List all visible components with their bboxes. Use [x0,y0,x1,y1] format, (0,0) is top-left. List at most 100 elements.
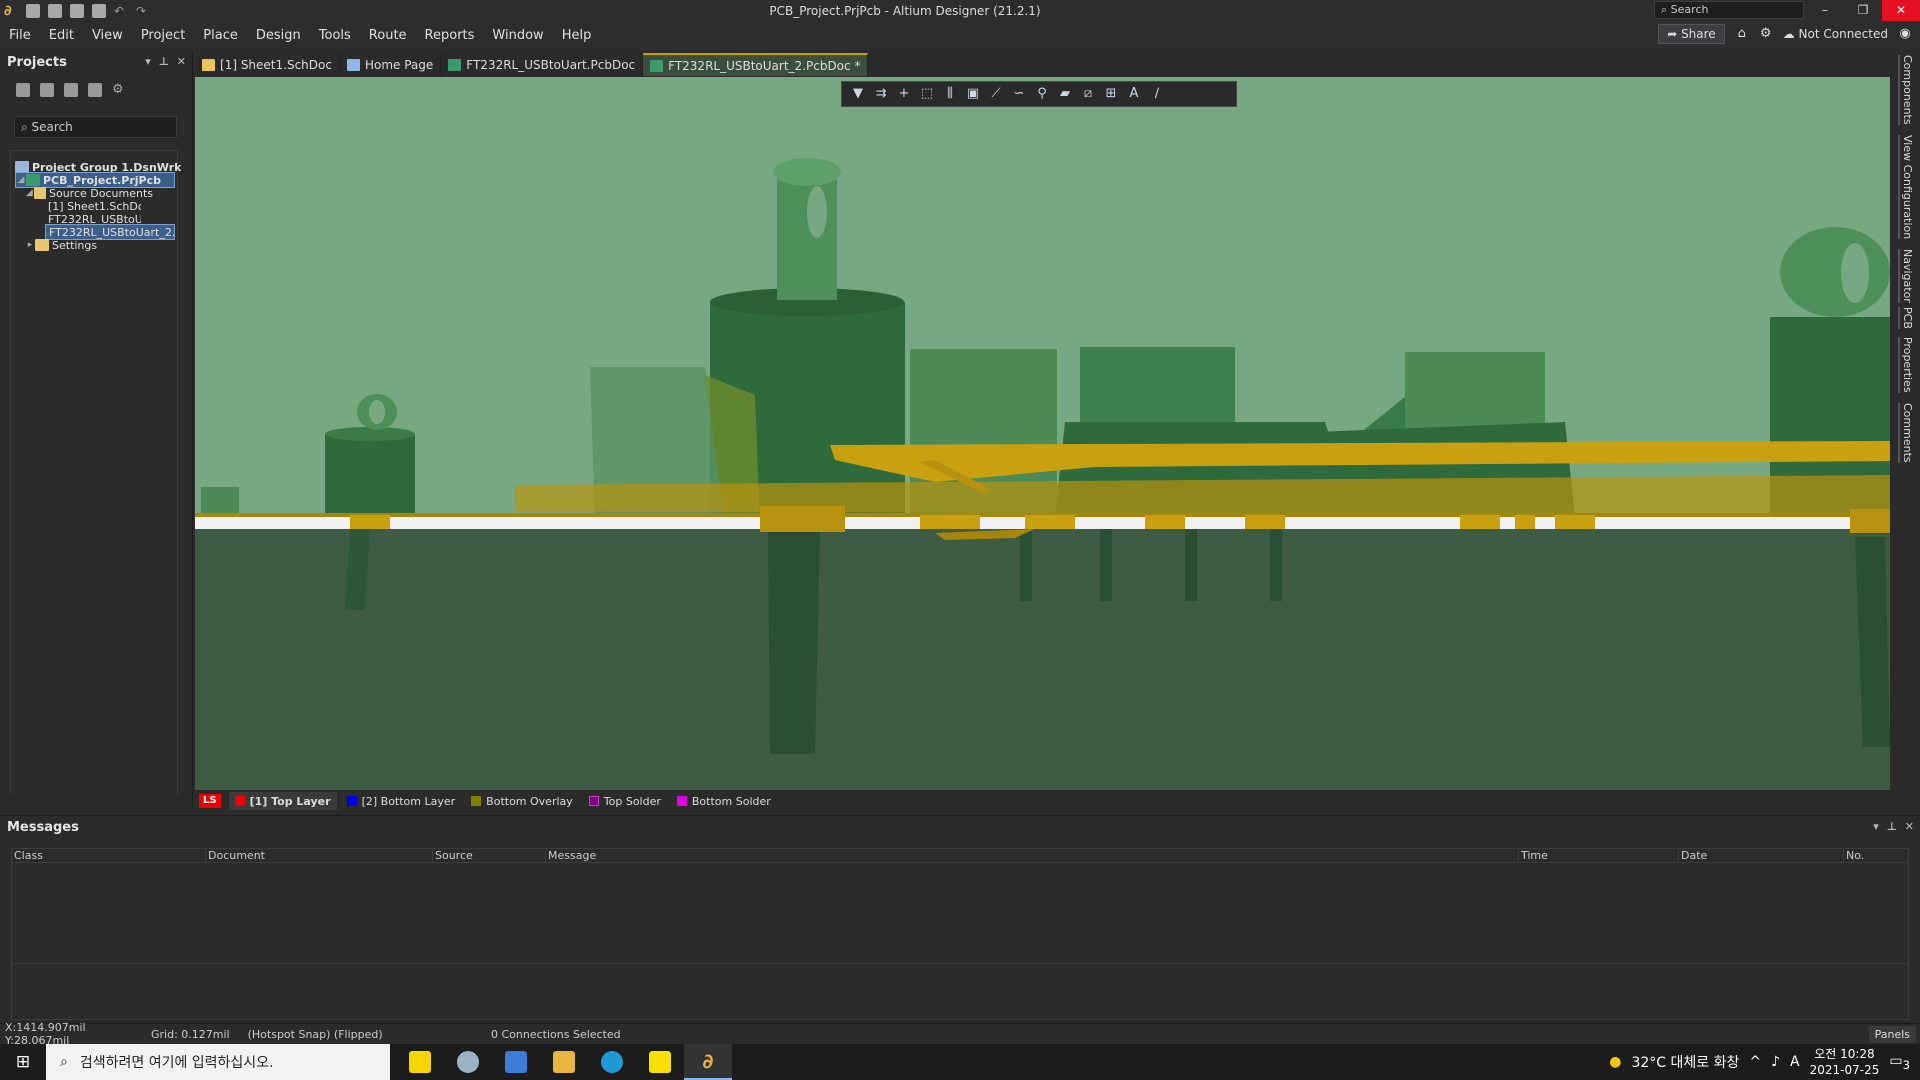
menu-file[interactable]: File [0,28,40,43]
layer-bottom-solder[interactable]: Bottom Solder [671,792,777,810]
panels-button[interactable]: Panels [1868,1026,1916,1043]
col-date[interactable]: Date [1679,849,1844,863]
pcb-3d-viewport[interactable]: ▼ ⇉ + ⬚ ⫼ ▣ ⟋ ∽ ⚲ ▰ ⧄ ⊞ A ∕ [195,77,1890,790]
menu-tools[interactable]: Tools [310,28,360,43]
panel-close-icon[interactable]: ✕ [1905,820,1914,833]
layer-bottom[interactable]: [2] Bottom Layer [341,792,462,810]
tree-item-settings[interactable]: ▸ Settings [25,237,97,253]
settings-icon[interactable]: ⚙ [112,83,126,97]
tray-expand-icon[interactable]: ^ [1749,1054,1761,1070]
clock-date: 2021-07-25 [1809,1063,1880,1077]
tab-sheet1[interactable]: [1] Sheet1.SchDoc [195,53,340,76]
tab-navigator[interactable]: Navigator [1898,249,1914,303]
weather-icon[interactable]: ● [1609,1054,1621,1070]
align-icon[interactable]: ⫼ [942,86,958,102]
gear-icon[interactable]: ⚙ [1759,27,1773,41]
text-icon[interactable]: A [1126,86,1142,102]
crosshair-icon[interactable]: + [896,86,912,102]
menu-place[interactable]: Place [194,28,247,43]
home-icon[interactable]: ⌂ [1735,27,1749,41]
menu-design[interactable]: Design [247,28,310,43]
tab-properties[interactable]: Properties [1898,337,1914,393]
save-all-projects-icon[interactable] [40,83,54,97]
layer-top-solder[interactable]: Top Solder [583,792,667,810]
tab-home-page[interactable]: Home Page [340,53,442,76]
col-time[interactable]: Time [1519,849,1679,863]
calculator-app[interactable] [492,1044,540,1080]
tab-pcb2[interactable]: FT232RL_USBtoUart_2.PcbDoc * [643,53,869,76]
col-document[interactable]: Document [206,849,433,863]
messages-divider [12,963,1908,964]
pin-icon[interactable]: ⊥ [1887,820,1897,833]
menu-project[interactable]: Project [132,28,194,43]
restore-button[interactable]: ❐ [1844,0,1882,21]
via-icon[interactable]: ⚲ [1034,86,1050,102]
menu-window[interactable]: Window [483,28,552,43]
layer-bottom-overlay[interactable]: Bottom Overlay [465,792,579,810]
sticky-notes-app[interactable] [396,1044,444,1080]
col-class[interactable]: Class [12,849,206,863]
dimension-icon[interactable]: ⊞ [1103,86,1119,102]
menu-reports[interactable]: Reports [416,28,484,43]
pin-icon[interactable]: ⊥ [159,55,169,68]
expand-icon[interactable]: ◢ [16,175,26,185]
tab-view-configuration[interactable]: View Configuration [1898,135,1914,240]
minimize-button[interactable]: – [1806,0,1844,21]
user-icon[interactable]: ◉ [1898,27,1912,41]
connection-status[interactable]: ☁ Not Connected [1783,27,1888,41]
collapse-icon[interactable]: ▸ [25,240,35,250]
tab-label: Home Page [364,57,434,72]
expand-icon[interactable]: ◢ [25,188,34,198]
project-tree: Project Group 1.DsnWrk ◢ PCB_Project.PrjP… [10,150,181,795]
share-button[interactable]: ➦ Share [1658,24,1725,44]
weather-text[interactable]: 32°C 대체로 화창 [1631,1052,1739,1072]
file-explorer-app[interactable] [540,1044,588,1080]
menu-edit[interactable]: Edit [40,28,83,43]
col-message[interactable]: Message [546,849,1519,863]
notification-icon[interactable]: ▭3 [1889,1053,1910,1072]
save-project-icon[interactable] [16,83,30,97]
clock[interactable]: 오전 10:28 2021-07-25 [1810,1046,1880,1078]
col-source[interactable]: Source [433,849,546,863]
tab-pcb[interactable]: PCB [1898,307,1914,329]
col-no[interactable]: No. [1844,849,1908,863]
route-select-icon[interactable]: ⇉ [873,86,889,102]
close-button[interactable]: ✕ [1882,0,1920,21]
layer-set-button[interactable]: LS [199,794,221,808]
ime-icon[interactable]: A [1790,1054,1800,1070]
windows-start-icon[interactable]: ⊞ [0,1044,46,1080]
panel-menu-icon[interactable]: ▾ [1873,820,1879,833]
tab-comments[interactable]: Comments [1898,403,1914,463]
menu-route[interactable]: Route [360,28,416,43]
tab-components[interactable]: Components [1898,55,1914,125]
panel-close-icon[interactable]: ✕ [177,55,186,68]
line-icon[interactable]: ∕ [1149,86,1165,102]
route-icon[interactable]: ⟋ [988,86,1004,102]
altium-app[interactable]: ∂ [684,1044,732,1080]
menu-view[interactable]: View [83,28,132,43]
panel-menu-icon[interactable]: ▾ [145,55,151,68]
title-search-input[interactable]: ⌕ Search [1654,1,1804,19]
close-project-icon[interactable] [88,83,102,97]
unknown-app[interactable] [444,1044,492,1080]
folder-icon [553,1051,575,1073]
taskbar-apps: ∂ [396,1044,732,1080]
edge-app[interactable] [588,1044,636,1080]
tab-pcb1[interactable]: FT232RL_USBtoUart.PcbDoc [441,53,644,76]
layer-top[interactable]: [1] Top Layer [228,792,337,810]
polygon-icon[interactable]: ⧄ [1080,86,1096,102]
diff-pair-icon[interactable]: ∽ [1011,86,1027,102]
projects-search-input[interactable]: ⌕ Search [14,116,177,138]
component-icon[interactable]: ▣ [965,86,981,102]
menu-help[interactable]: Help [553,28,601,43]
filter-icon[interactable]: ▼ [850,86,866,102]
layer-color-swatch [346,796,357,806]
layer-label: [1] Top Layer [249,794,331,808]
taskbar-search-input[interactable]: ⌕ 검색하려면 여기에 입력하십시오. [46,1044,390,1080]
volume-icon[interactable]: ♪ [1771,1054,1780,1070]
app-icon [457,1051,479,1073]
select-rect-icon[interactable]: ⬚ [919,86,935,102]
fill-icon[interactable]: ▰ [1057,86,1073,102]
kakaotalk-app[interactable] [636,1044,684,1080]
open-folder-icon[interactable] [64,83,78,97]
